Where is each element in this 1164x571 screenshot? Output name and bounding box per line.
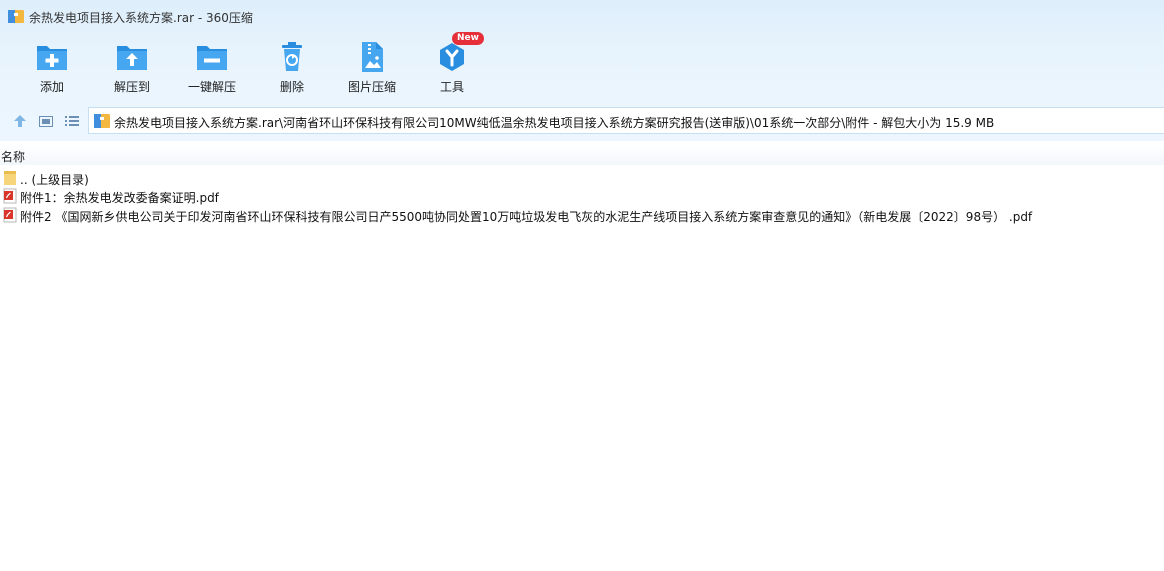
- extract-to-label: 解压到: [113, 80, 150, 94]
- name-column-label: 名称: [1, 150, 26, 164]
- file-name: .. (上级目录): [20, 173, 89, 187]
- folder-extract-icon: [117, 46, 147, 70]
- one-click-extract-label: 一键解压: [187, 80, 236, 94]
- add-button[interactable]: 添加: [12, 38, 92, 98]
- new-badge: New: [452, 32, 484, 45]
- address-bar[interactable]: 余热发电项目接入系统方案.rar\河南省环山环保科技有限公司10MW纯低温余热发…: [88, 107, 1164, 134]
- folder-add-icon: [37, 46, 67, 70]
- delete-button[interactable]: 删除: [252, 38, 332, 98]
- trash-icon: [282, 42, 302, 71]
- image-compress-icon: [362, 42, 383, 72]
- one-click-extract-button[interactable]: 一键解压: [172, 38, 252, 98]
- window-title: 余热发电项目接入系统方案.rar - 360压缩: [29, 11, 253, 25]
- delete-label: 删除: [279, 80, 304, 94]
- archive-icon: [94, 114, 110, 128]
- up-level-icon[interactable]: [12, 113, 28, 129]
- list-item[interactable]: 附件1：余热发电发改委备案证明.pdf: [0, 187, 1164, 206]
- thumbnail-view-icon[interactable]: [38, 113, 54, 129]
- address-path: 余热发电项目接入系统方案.rar\河南省环山环保科技有限公司10MW纯低温余热发…: [114, 116, 995, 130]
- top-area: 余热发电项目接入系统方案.rar - 360压缩 添加 解压到 一键解压 删除 …: [0, 0, 1164, 141]
- image-compress-button[interactable]: 图片压缩: [332, 38, 412, 98]
- list-item[interactable]: 附件2 《国网新乡供电公司关于印发河南省环山环保科技有限公司日产5500吨协同处…: [0, 206, 1164, 225]
- folder-icon: [4, 171, 16, 185]
- name-column-header[interactable]: 名称: [0, 145, 1164, 165]
- extract-to-button[interactable]: 解压到: [92, 38, 172, 98]
- file-name: 附件2 《国网新乡供电公司关于印发河南省环山环保科技有限公司日产5500吨协同处…: [20, 210, 1033, 224]
- list-view-icon[interactable]: [64, 113, 80, 129]
- title-bar: 余热发电项目接入系统方案.rar - 360压缩: [0, 0, 1164, 34]
- image-compress-label: 图片压缩: [347, 80, 396, 94]
- pdf-file-icon: [3, 188, 17, 204]
- tools-button[interactable]: 工具: [412, 38, 492, 98]
- tools-label: 工具: [439, 80, 464, 94]
- list-item-parent-dir[interactable]: .. (上级目录): [0, 169, 1164, 188]
- pdf-file-icon: [3, 207, 17, 223]
- add-label: 添加: [39, 80, 64, 94]
- folder-minus-icon: [197, 46, 227, 70]
- file-name: 附件1：余热发电发改委备案证明.pdf: [20, 191, 219, 205]
- archive-app-icon: [8, 10, 24, 23]
- tools-icon: [440, 43, 464, 71]
